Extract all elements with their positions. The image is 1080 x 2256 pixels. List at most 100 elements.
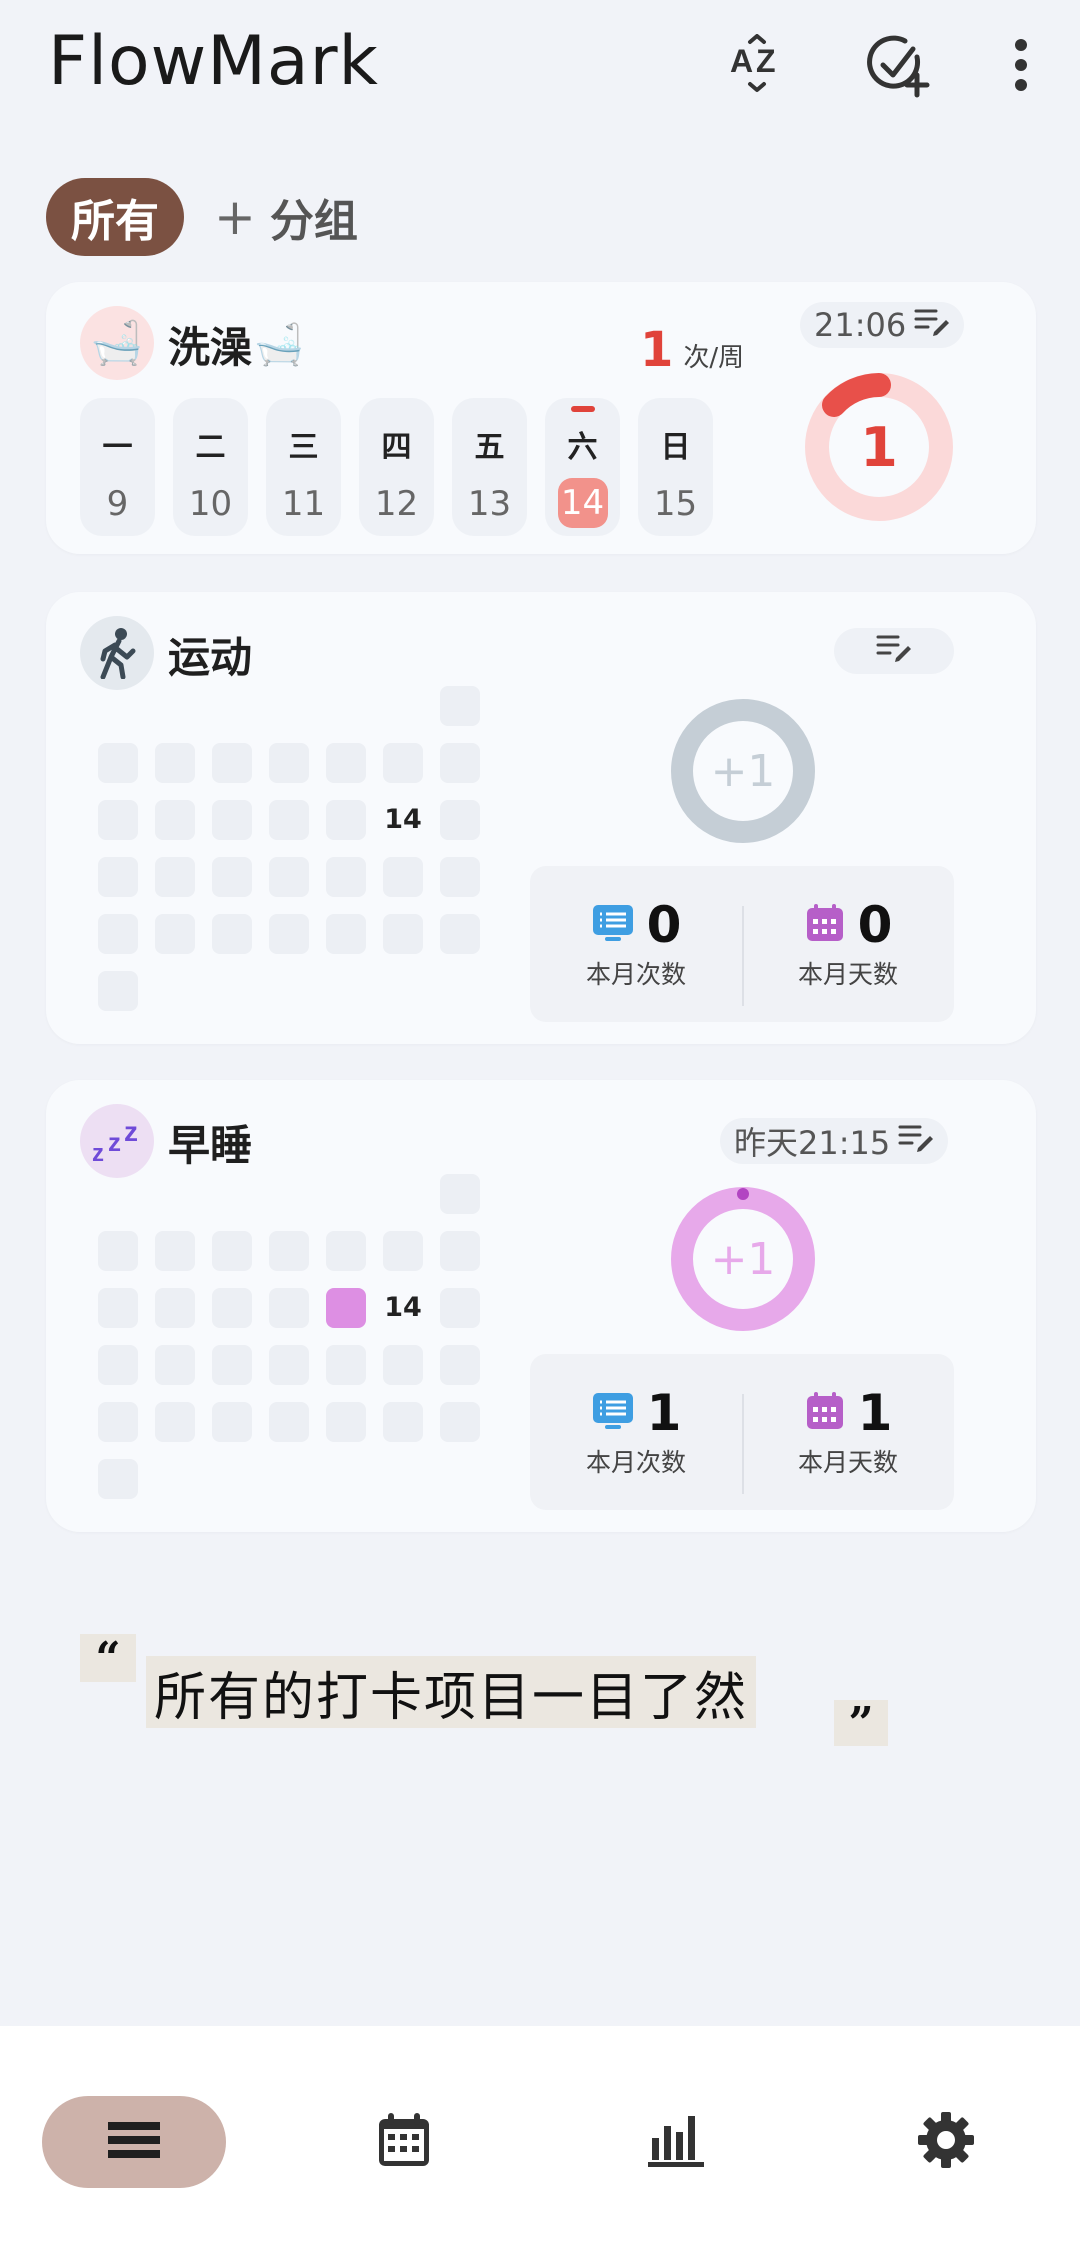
heatmap-cell [440, 1288, 480, 1328]
quote-close-mark: ” [834, 1698, 888, 1749]
nav-list[interactable] [42, 2096, 226, 2188]
settings-icon [916, 2110, 976, 2174]
heatmap-cell [212, 1288, 252, 1328]
add-group-button[interactable]: + 分组 [214, 178, 358, 256]
heatmap-cell [155, 1288, 195, 1328]
checked-marker [571, 406, 595, 412]
calendar-grid-icon [804, 902, 846, 948]
heatmap-cell [98, 857, 138, 897]
checkin-ring-button[interactable]: +1 [670, 698, 816, 844]
note-edit-icon [876, 632, 912, 670]
heatmap-cell [98, 914, 138, 954]
note-edit-icon [898, 1122, 934, 1160]
heatmap-cell [269, 1288, 309, 1328]
plus-icon: + [214, 188, 256, 246]
note-button[interactable] [834, 628, 954, 674]
heatmap-today-label: 14 [384, 1292, 422, 1323]
heatmap-cell [155, 1402, 195, 1442]
heatmap-cell [383, 1402, 423, 1442]
habit-card-sleep-early[interactable]: z z z 早睡 昨天21:15 14 +1 1 本月次数 1 本月天数 [46, 1080, 1036, 1532]
svg-text:Z: Z [756, 43, 776, 79]
heatmap-cell [98, 1288, 138, 1328]
stat-month-days: 0 本月天数 [797, 896, 898, 989]
svg-text:z: z [124, 1117, 138, 1147]
frequency-label: 1 次/周 [640, 322, 745, 378]
last-checkin-time[interactable]: 21:06 [800, 302, 965, 348]
heatmap-cell [326, 800, 366, 840]
bathtub-icon: 🛁 [80, 306, 154, 380]
day-mon[interactable]: 一9 [80, 398, 155, 536]
stat-month-count: 0 本月次数 [585, 896, 686, 989]
heatmap-cell [326, 857, 366, 897]
zzz-icon: z z z [80, 1104, 154, 1178]
progress-count: 1 [860, 415, 898, 479]
group-chip-all[interactable]: 所有 [46, 178, 184, 256]
svg-text:z: z [92, 1140, 104, 1165]
heatmap-cell [269, 1231, 309, 1271]
heatmap-cell [440, 1402, 480, 1442]
heatmap-cell [98, 1345, 138, 1385]
heatmap-cell [269, 1402, 309, 1442]
day-wed[interactable]: 三 11 [266, 398, 341, 536]
stat-month-count: 1 本月次数 [585, 1384, 686, 1477]
heatmap-cell [440, 1345, 480, 1385]
heatmap-cell [326, 1345, 366, 1385]
habit-card-exercise[interactable]: 运动 14 +1 0 本月次数 0 本月天数 [46, 592, 1036, 1044]
add-check-icon[interactable] [862, 28, 936, 102]
day-sat-today[interactable]: 六 14 [545, 398, 620, 536]
sort-az-icon[interactable]: A Z [720, 28, 794, 102]
heatmap-cell [212, 914, 252, 954]
checkin-ring-button[interactable]: +1 [670, 1186, 816, 1332]
heatmap-cell [212, 1345, 252, 1385]
more-vert-icon[interactable] [984, 28, 1058, 102]
heatmap-cell [98, 1231, 138, 1271]
heatmap-cell [212, 857, 252, 897]
list-card-icon [591, 903, 635, 947]
calendar-icon [376, 2111, 432, 2173]
month-heatmap: 14 [98, 686, 498, 1011]
nav-settings[interactable] [854, 2096, 1038, 2188]
stat-month-days: 1 本月天数 [797, 1384, 898, 1477]
heatmap-cell [326, 1402, 366, 1442]
habit-title: 早睡 [168, 1121, 253, 1170]
heatmap-cell [440, 914, 480, 954]
svg-text:A: A [730, 43, 753, 79]
bottom-navigation [0, 2026, 1080, 2256]
nav-statistics[interactable] [584, 2096, 768, 2188]
habit-title: 运动 [168, 633, 253, 682]
last-checkin-time[interactable]: 昨天21:15 [720, 1118, 949, 1164]
heatmap-cell [269, 857, 309, 897]
note-edit-icon [914, 306, 950, 344]
heatmap-cell [326, 914, 366, 954]
quote-open-mark: “ [80, 1633, 136, 1684]
heatmap-cell [383, 1345, 423, 1385]
ring-plus-label: +1 [710, 1233, 776, 1285]
heatmap-cell [212, 800, 252, 840]
week-strip: 一9 二 10 三 11 四 12 五 13 六 14 日 15 [80, 398, 713, 536]
day-thu[interactable]: 四 12 [359, 398, 434, 536]
heatmap-cell [269, 914, 309, 954]
heatmap-cell [98, 743, 138, 783]
list-icon [106, 2120, 162, 2164]
heatmap-cell [326, 1288, 366, 1328]
add-group-label: 分组 [269, 196, 358, 247]
heatmap-cell [98, 800, 138, 840]
habit-card-bath[interactable]: 🛁 洗澡 🛁 1 次/周 21:06 一9 二 10 三 11 四 12 五 13 六 14… [46, 282, 1036, 554]
heatmap-cell [155, 743, 195, 783]
heatmap-cell [269, 1345, 309, 1385]
heatmap-cell [440, 857, 480, 897]
heatmap-cell [269, 743, 309, 783]
heatmap-cell [98, 1402, 138, 1442]
heatmap-cell [440, 1231, 480, 1271]
nav-calendar[interactable] [312, 2096, 496, 2188]
day-tue[interactable]: 二 10 [173, 398, 248, 536]
day-sun[interactable]: 日 15 [638, 398, 713, 536]
progress-ring[interactable]: 1 [804, 372, 954, 522]
day-fri[interactable]: 五 13 [452, 398, 527, 536]
walking-person-icon [80, 616, 154, 690]
month-heatmap: 14 [98, 1174, 498, 1499]
heatmap-cell [98, 971, 138, 1011]
heatmap-cell [440, 800, 480, 840]
heatmap-cell [383, 914, 423, 954]
monthly-stats: 1 本月次数 1 本月天数 [530, 1354, 954, 1510]
